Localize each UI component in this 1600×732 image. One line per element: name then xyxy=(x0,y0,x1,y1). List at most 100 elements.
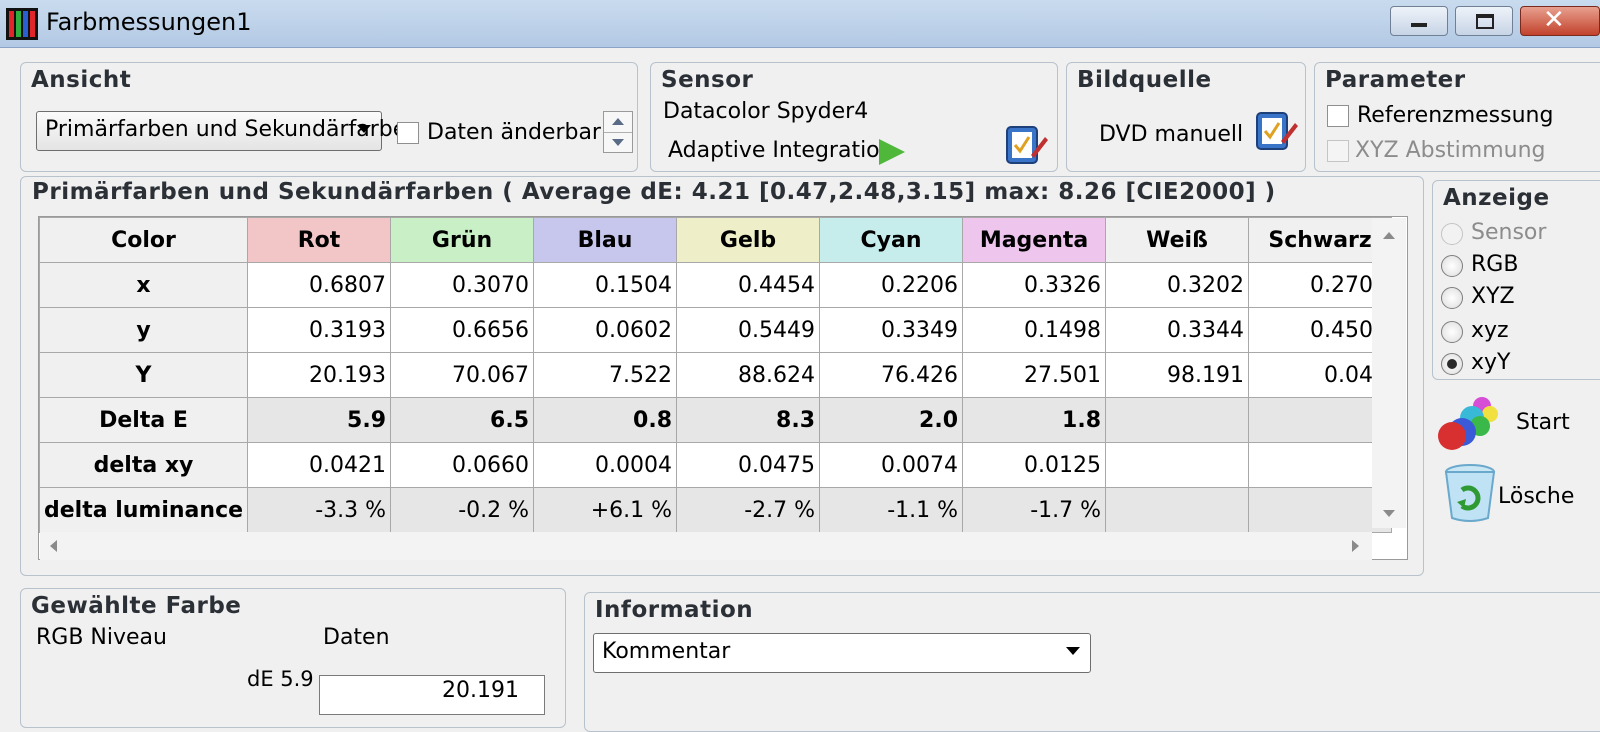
horizontal-scrollbar[interactable] xyxy=(40,532,1372,560)
table-cell[interactable]: 0.042 xyxy=(1248,352,1393,398)
column-header[interactable]: Weiß xyxy=(1105,217,1250,263)
reference-checkbox[interactable] xyxy=(1327,105,1349,127)
table-cell[interactable]: 0.0004 xyxy=(533,442,678,488)
table-cell[interactable]: 20.193 xyxy=(247,352,392,398)
table-cell[interactable]: 88.624 xyxy=(676,352,821,398)
start-button[interactable]: Start xyxy=(1436,392,1600,456)
table-cell[interactable]: 7.522 xyxy=(533,352,678,398)
comment-select[interactable]: Kommentar xyxy=(593,633,1091,673)
radio-xyz[interactable] xyxy=(1441,321,1463,343)
table-cell[interactable]: -1.7 % xyxy=(962,487,1107,533)
table-cell[interactable]: -1.1 % xyxy=(819,487,964,533)
app-icon-bar-red2 xyxy=(30,11,35,37)
radio-sensor[interactable] xyxy=(1441,223,1463,245)
table-cell[interactable]: 0.1504 xyxy=(533,262,678,308)
table-cell[interactable] xyxy=(1248,442,1393,488)
table-cell[interactable]: 1.8 xyxy=(962,397,1107,443)
close-button[interactable]: ✕ xyxy=(1520,5,1600,36)
table-cell[interactable]: 0.6656 xyxy=(390,307,535,353)
table-cell[interactable]: 0.2206 xyxy=(819,262,964,308)
table-cell[interactable]: -0.2 % xyxy=(390,487,535,533)
table-cell[interactable]: -3.3 % xyxy=(247,487,392,533)
column-header[interactable]: Gelb xyxy=(676,217,821,263)
table-row: delta luminance -3.3 % -0.2 % +6.1 % -2.7 % -… xyxy=(39,487,1393,533)
image-source: DVD manuell xyxy=(1099,122,1244,147)
table-cell[interactable]: 0.3202 xyxy=(1105,262,1250,308)
table-cell[interactable]: 0.0475 xyxy=(676,442,821,488)
table-cell[interactable] xyxy=(1105,397,1250,443)
sensor-mode: Adaptive Integration xyxy=(668,138,894,163)
table-cell[interactable]: 6.5 xyxy=(390,397,535,443)
radio-label: XYZ xyxy=(1471,284,1515,309)
table-cell[interactable]: 98.191 xyxy=(1105,352,1250,398)
table-cell[interactable]: 0.0074 xyxy=(819,442,964,488)
table-cell[interactable]: 0.3070 xyxy=(390,262,535,308)
play-icon[interactable] xyxy=(879,139,905,165)
column-header[interactable]: Schwarz xyxy=(1248,217,1393,263)
xyz-label: XYZ Abstimmung xyxy=(1355,138,1546,163)
table-cell[interactable] xyxy=(1105,487,1250,533)
edit-check-icon xyxy=(1256,112,1298,150)
radio-xyz[interactable] xyxy=(1441,287,1463,309)
delete-button[interactable]: Lösche xyxy=(1436,462,1600,526)
table-cell[interactable] xyxy=(1105,442,1250,488)
color-balls-icon xyxy=(1438,397,1498,450)
table-cell[interactable]: 0.6807 xyxy=(247,262,392,308)
table-cell[interactable]: 0.3349 xyxy=(819,307,964,353)
ansicht-group: Ansicht Primärfarben und Sekundärfarbe D… xyxy=(20,62,638,172)
editable-checkbox[interactable] xyxy=(397,122,419,144)
maximize-button[interactable] xyxy=(1455,6,1513,36)
table-cell[interactable]: 0.3344 xyxy=(1105,307,1250,353)
table-cell[interactable]: -2.7 % xyxy=(676,487,821,533)
column-header[interactable]: Grün xyxy=(390,217,535,263)
table-cell[interactable]: 5.9 xyxy=(247,397,392,443)
spin-down-icon xyxy=(612,139,624,146)
table-cell[interactable]: 0.3326 xyxy=(962,262,1107,308)
radio-xyy[interactable] xyxy=(1441,353,1463,375)
row-header: Y xyxy=(39,352,249,398)
column-header[interactable]: Rot xyxy=(247,217,392,263)
table-cell[interactable] xyxy=(1248,487,1393,533)
minimize-icon xyxy=(1411,23,1427,27)
view-select[interactable]: Primärfarben und Sekundärfarbe xyxy=(36,111,406,151)
column-header[interactable]: Cyan xyxy=(819,217,964,263)
source-edit-button[interactable] xyxy=(1255,109,1299,153)
table-cell[interactable]: 0.1498 xyxy=(962,307,1107,353)
radio-label: RGB xyxy=(1471,252,1519,277)
table-cell[interactable]: 0.8 xyxy=(533,397,678,443)
table-cell[interactable]: 0.3193 xyxy=(247,307,392,353)
column-header-color[interactable]: Color xyxy=(39,217,249,263)
app-icon-bar-green xyxy=(16,11,21,37)
table-cell[interactable]: +6.1 % xyxy=(533,487,678,533)
scroll-right-icon xyxy=(1352,540,1359,552)
data-field[interactable]: 20.191 xyxy=(319,675,545,715)
vertical-scrollbar[interactable] xyxy=(1372,218,1406,528)
table-cell[interactable]: 0.0125 xyxy=(962,442,1107,488)
table-cell[interactable]: 0.2705 xyxy=(1248,262,1393,308)
table-cell[interactable]: 2.0 xyxy=(819,397,964,443)
parameter-title: Parameter xyxy=(1325,67,1466,93)
editable-label: Daten änderbar xyxy=(427,120,601,145)
table-cell[interactable]: 0.4454 xyxy=(676,262,821,308)
table-cell[interactable]: 8.3 xyxy=(676,397,821,443)
table-cell[interactable] xyxy=(1248,397,1393,443)
column-header[interactable]: Blau xyxy=(533,217,678,263)
results-table: Color Rot Grün Blau Gelb Cyan Magenta Weiß Schwa… xyxy=(39,217,1393,533)
table-cell[interactable]: 76.426 xyxy=(819,352,964,398)
row-header: delta xy xyxy=(39,442,249,488)
column-header[interactable]: Magenta xyxy=(962,217,1107,263)
radio-rgb[interactable] xyxy=(1441,255,1463,277)
table-cell[interactable]: 70.067 xyxy=(390,352,535,398)
xyz-checkbox[interactable] xyxy=(1327,140,1349,162)
table-cell[interactable]: 0.5449 xyxy=(676,307,821,353)
minimize-button[interactable] xyxy=(1390,6,1448,36)
table-cell[interactable]: 0.0602 xyxy=(533,307,678,353)
spin-button[interactable] xyxy=(603,111,633,153)
table-cell[interactable]: 0.4508 xyxy=(1248,307,1393,353)
table-cell[interactable]: 0.0660 xyxy=(390,442,535,488)
row-header: x xyxy=(39,262,249,308)
table-cell[interactable]: 27.501 xyxy=(962,352,1107,398)
table-cell[interactable]: 0.0421 xyxy=(247,442,392,488)
sensor-edit-button[interactable] xyxy=(1005,123,1049,167)
row-header: Delta E xyxy=(39,397,249,443)
